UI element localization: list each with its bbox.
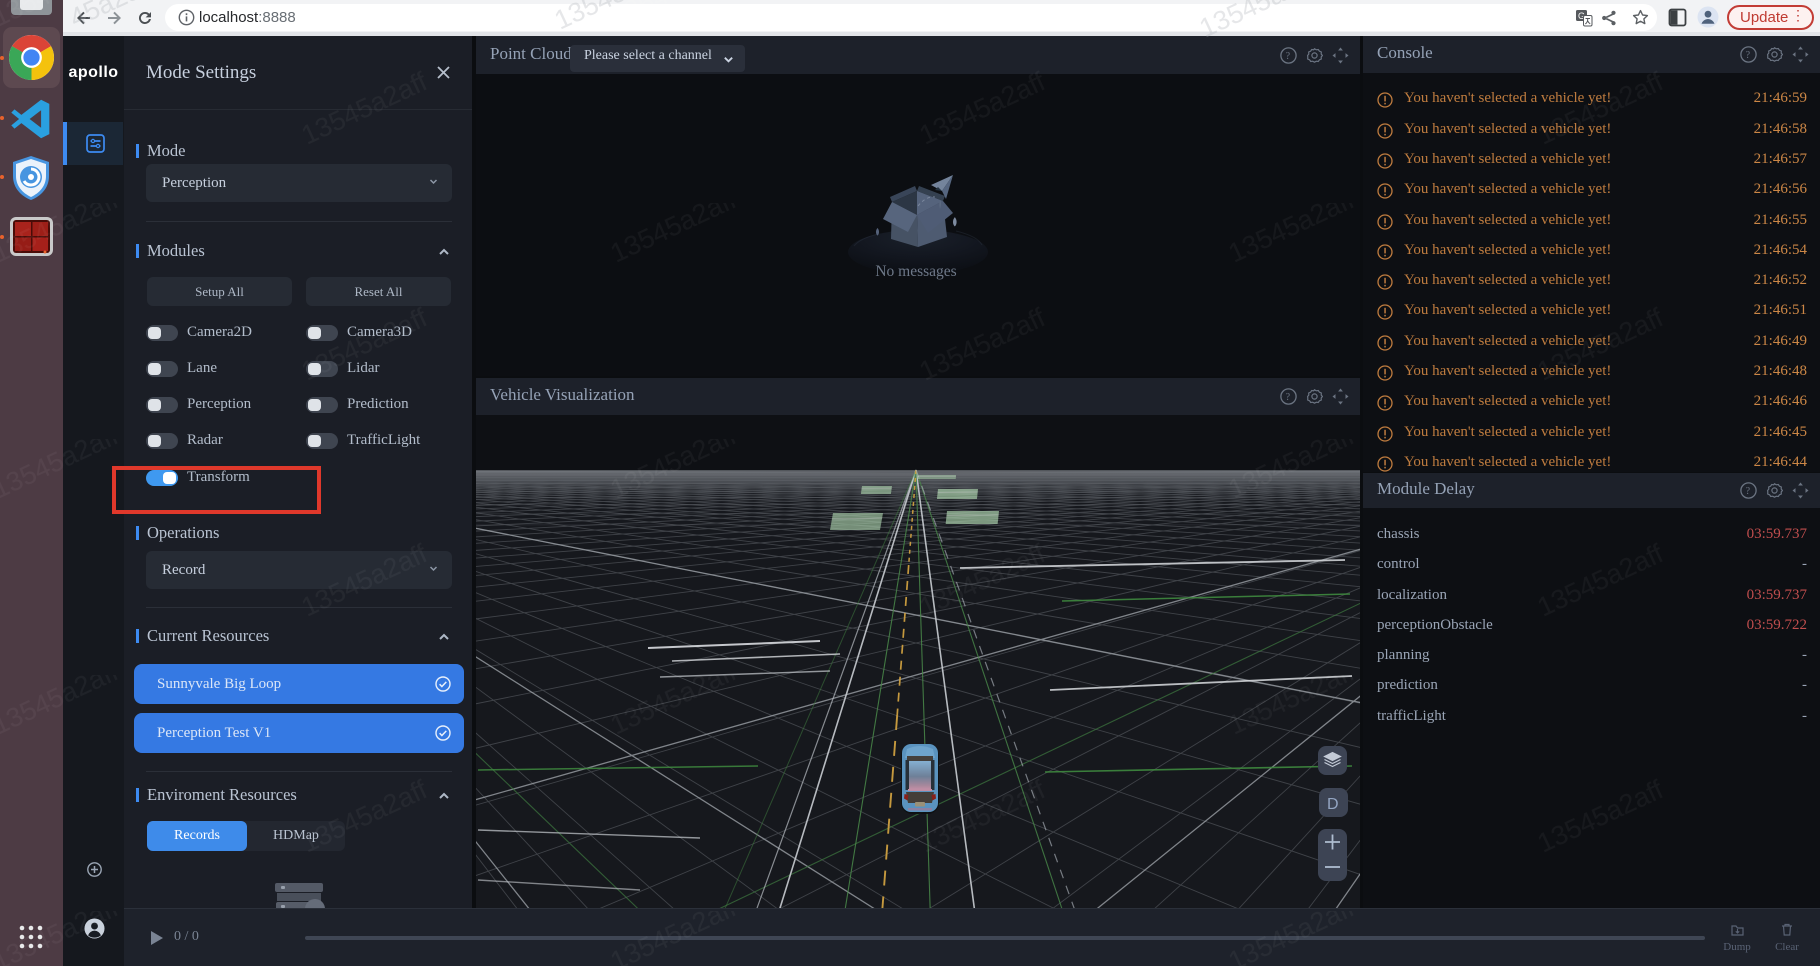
svg-text:?: ? xyxy=(1746,486,1751,497)
svg-text:D: D xyxy=(1327,796,1339,813)
svg-text:?: ? xyxy=(1286,392,1291,403)
svg-text:?: ? xyxy=(1286,51,1291,62)
svg-text:?: ? xyxy=(1746,50,1751,61)
